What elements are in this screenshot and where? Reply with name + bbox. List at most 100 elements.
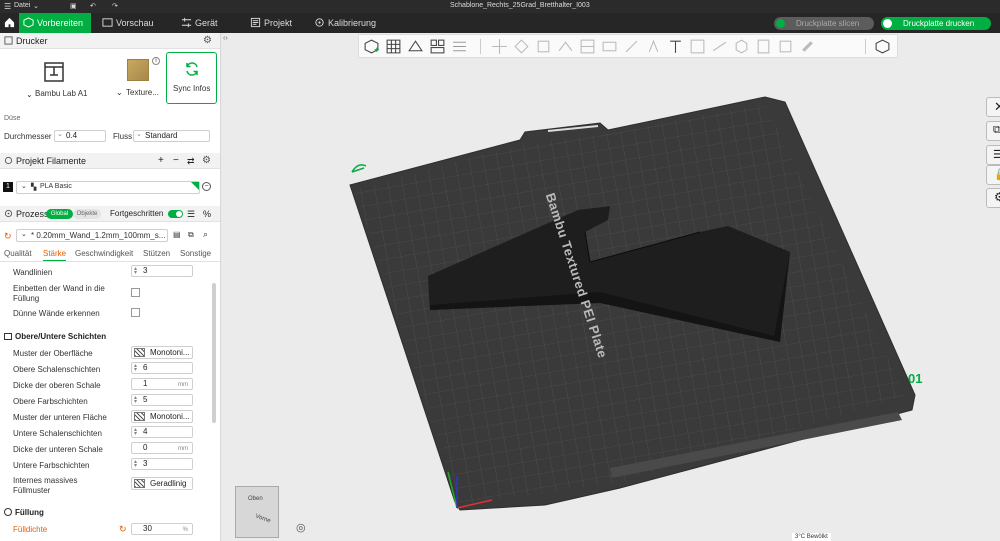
slice-plate-button[interactable]: Druckplatte slicen xyxy=(774,17,874,30)
undo-icon[interactable]: ↶ xyxy=(90,2,96,10)
view-cube-top[interactable]: Oben xyxy=(248,496,263,502)
assembly-icon[interactable] xyxy=(733,38,750,55)
focus-icon[interactable]: ◎ xyxy=(296,521,306,534)
internal-solid-select[interactable]: Geradlinig xyxy=(131,477,193,490)
filament-settings-icon[interactable]: ⚙ xyxy=(202,153,211,169)
sync-infos-button[interactable]: Sync Infos xyxy=(166,52,217,104)
variable-layer-icon[interactable] xyxy=(755,38,772,55)
arrange-icon[interactable] xyxy=(429,38,446,55)
stepper-icon[interactable]: ▴ ▾ xyxy=(134,427,137,437)
objects-toggle[interactable]: Objekte xyxy=(73,209,101,219)
advanced-switch[interactable] xyxy=(168,210,183,218)
reset-icon[interactable]: ↻ xyxy=(119,524,127,535)
stepper-icon[interactable]: ▴ ▾ xyxy=(134,459,137,469)
svg-icon[interactable] xyxy=(689,38,706,55)
tab-others[interactable]: Sonstige xyxy=(180,249,211,258)
view-mode-icon[interactable] xyxy=(874,38,891,55)
rotate-icon[interactable] xyxy=(513,38,530,55)
top-pattern-select[interactable]: Monotoni... xyxy=(131,346,193,359)
filament-color-swatch[interactable] xyxy=(191,182,199,190)
tab-project[interactable]: Projekt xyxy=(246,13,306,33)
info-icon[interactable]: i xyxy=(152,57,160,65)
add-plate-icon[interactable] xyxy=(385,38,402,55)
move-icon[interactable] xyxy=(491,38,508,55)
delete-plate-button[interactable]: ✕ xyxy=(986,97,1000,117)
home-button[interactable] xyxy=(0,13,17,33)
embed-walls-checkbox[interactable] xyxy=(131,288,140,297)
global-toggle[interactable]: Global xyxy=(46,209,73,219)
auto-orient-icon[interactable] xyxy=(407,38,424,55)
plate-settings-button[interactable]: ⚙ xyxy=(986,188,1000,208)
file-menu[interactable]: Datei xyxy=(14,2,30,9)
percent-icon[interactable]: % xyxy=(203,206,211,222)
thin-walls-checkbox[interactable] xyxy=(131,308,140,317)
add-filament-icon[interactable]: + xyxy=(158,153,164,169)
stepper-icon[interactable]: ▴ ▾ xyxy=(134,266,137,276)
view-cube-front[interactable]: Vorne xyxy=(254,513,271,524)
tab-quality[interactable]: Qualität xyxy=(4,249,32,258)
object-toolbar xyxy=(358,34,898,58)
bottom-thickness-input[interactable]: 0 mm xyxy=(131,442,193,454)
printer-settings-icon[interactable]: ⚙ xyxy=(203,33,212,49)
print-dropdown-icon[interactable] xyxy=(883,19,892,28)
menu-icon[interactable]: ☰ xyxy=(4,2,11,11)
top-color-layers-input[interactable]: ▴ ▾ 5 xyxy=(131,394,193,406)
tab-support[interactable]: Stützen xyxy=(143,249,170,258)
flow-select[interactable]: ⌄ Standard xyxy=(133,130,210,142)
save-preset-icon[interactable]: ▤ xyxy=(173,230,181,239)
sync-filament-icon[interactable]: ⇄ xyxy=(187,153,195,169)
wipe-tower-icon[interactable] xyxy=(799,38,816,55)
tab-prepare[interactable]: Vorbereiten xyxy=(19,13,91,33)
process-preset-select[interactable]: ⌄ * 0.20mm_Wand_1.2mm_100mm_s... xyxy=(16,229,168,242)
nozzle-diameter-select[interactable]: ⌄ 0.4 xyxy=(54,130,106,142)
support-paint-icon[interactable] xyxy=(601,38,618,55)
save-icon[interactable]: ▣ xyxy=(70,2,77,10)
remove-filament-slot-icon[interactable]: − xyxy=(202,182,211,191)
filament-select[interactable]: ⌄ ▚ PLA Basic xyxy=(16,181,200,194)
redo-icon[interactable]: ↷ xyxy=(112,2,118,10)
tab-speed[interactable]: Geschwindigkeit xyxy=(75,249,133,258)
divider xyxy=(0,261,220,262)
lay-on-face-icon[interactable] xyxy=(557,38,574,55)
top-shell-input[interactable]: ▴ ▾ 6 xyxy=(131,362,193,374)
top-bottom-layers-header: Obere/Untere Schichten xyxy=(4,332,106,341)
seam-paint-icon[interactable] xyxy=(623,38,640,55)
scale-icon[interactable] xyxy=(535,38,552,55)
text-icon[interactable] xyxy=(667,38,684,55)
list-icon[interactable]: ☰ xyxy=(187,206,195,222)
view-cube[interactable]: Oben Vorne xyxy=(235,486,279,538)
arrange-plate-button[interactable]: ⧉ xyxy=(986,121,1000,141)
bottom-shell-input[interactable]: ▴ ▾ 4 xyxy=(131,426,193,438)
add-object-icon[interactable] xyxy=(363,38,380,55)
tab-calibration[interactable]: Kalibrierung xyxy=(310,13,390,33)
infill-density-input[interactable]: 30% xyxy=(131,523,193,535)
chevron-down-icon[interactable]: ⌄ xyxy=(33,2,39,10)
wall-lines-input[interactable]: ▴ ▾ 3 xyxy=(131,265,193,277)
lock-plate-button[interactable]: 🔓 xyxy=(986,165,1000,185)
split-icon[interactable] xyxy=(451,38,468,55)
print-plate-button[interactable]: Druckplatte drucken xyxy=(881,17,991,30)
bottom-color-layers-input[interactable]: ▴ ▾ 3 xyxy=(131,458,193,470)
tab-preview[interactable]: Vorschau xyxy=(98,13,168,33)
chevron-down-icon: ⌄ xyxy=(136,131,142,138)
cut-icon[interactable] xyxy=(579,38,596,55)
top-thickness-input[interactable]: 1 mm xyxy=(131,378,193,390)
tab-device[interactable]: Gerät xyxy=(177,13,237,33)
printer-selector[interactable]: ⌄ Bambu Lab A1 xyxy=(26,57,87,101)
stepper-icon[interactable]: ▴ ▾ xyxy=(134,395,137,405)
search-icon[interactable]: ⌕ xyxy=(203,229,208,240)
slice-dropdown-icon[interactable] xyxy=(776,19,785,28)
stepper-icon[interactable]: ▴ ▾ xyxy=(134,363,137,373)
color-paint-icon[interactable] xyxy=(645,38,662,55)
infill-header: Füllung xyxy=(4,508,44,517)
reset-icon[interactable]: ↻ xyxy=(4,231,12,242)
plate-selector[interactable]: i ⌄ Texture... xyxy=(112,55,164,103)
remove-filament-icon[interactable]: − xyxy=(173,153,179,169)
3d-viewport[interactable]: ‹› Bambu Textured PEI Plate 01 ✕ ⧉ ☰ 🔓 ⚙ xyxy=(222,33,1000,541)
bottom-pattern-select[interactable]: Monotoni... xyxy=(131,410,193,423)
measure-icon[interactable] xyxy=(711,38,728,55)
orient-plate-button[interactable]: ☰ xyxy=(986,145,1000,165)
brim-ears-icon[interactable] xyxy=(777,38,794,55)
settings-scrollbar[interactable] xyxy=(212,283,216,423)
compare-icon[interactable]: ⧉ xyxy=(188,230,194,240)
